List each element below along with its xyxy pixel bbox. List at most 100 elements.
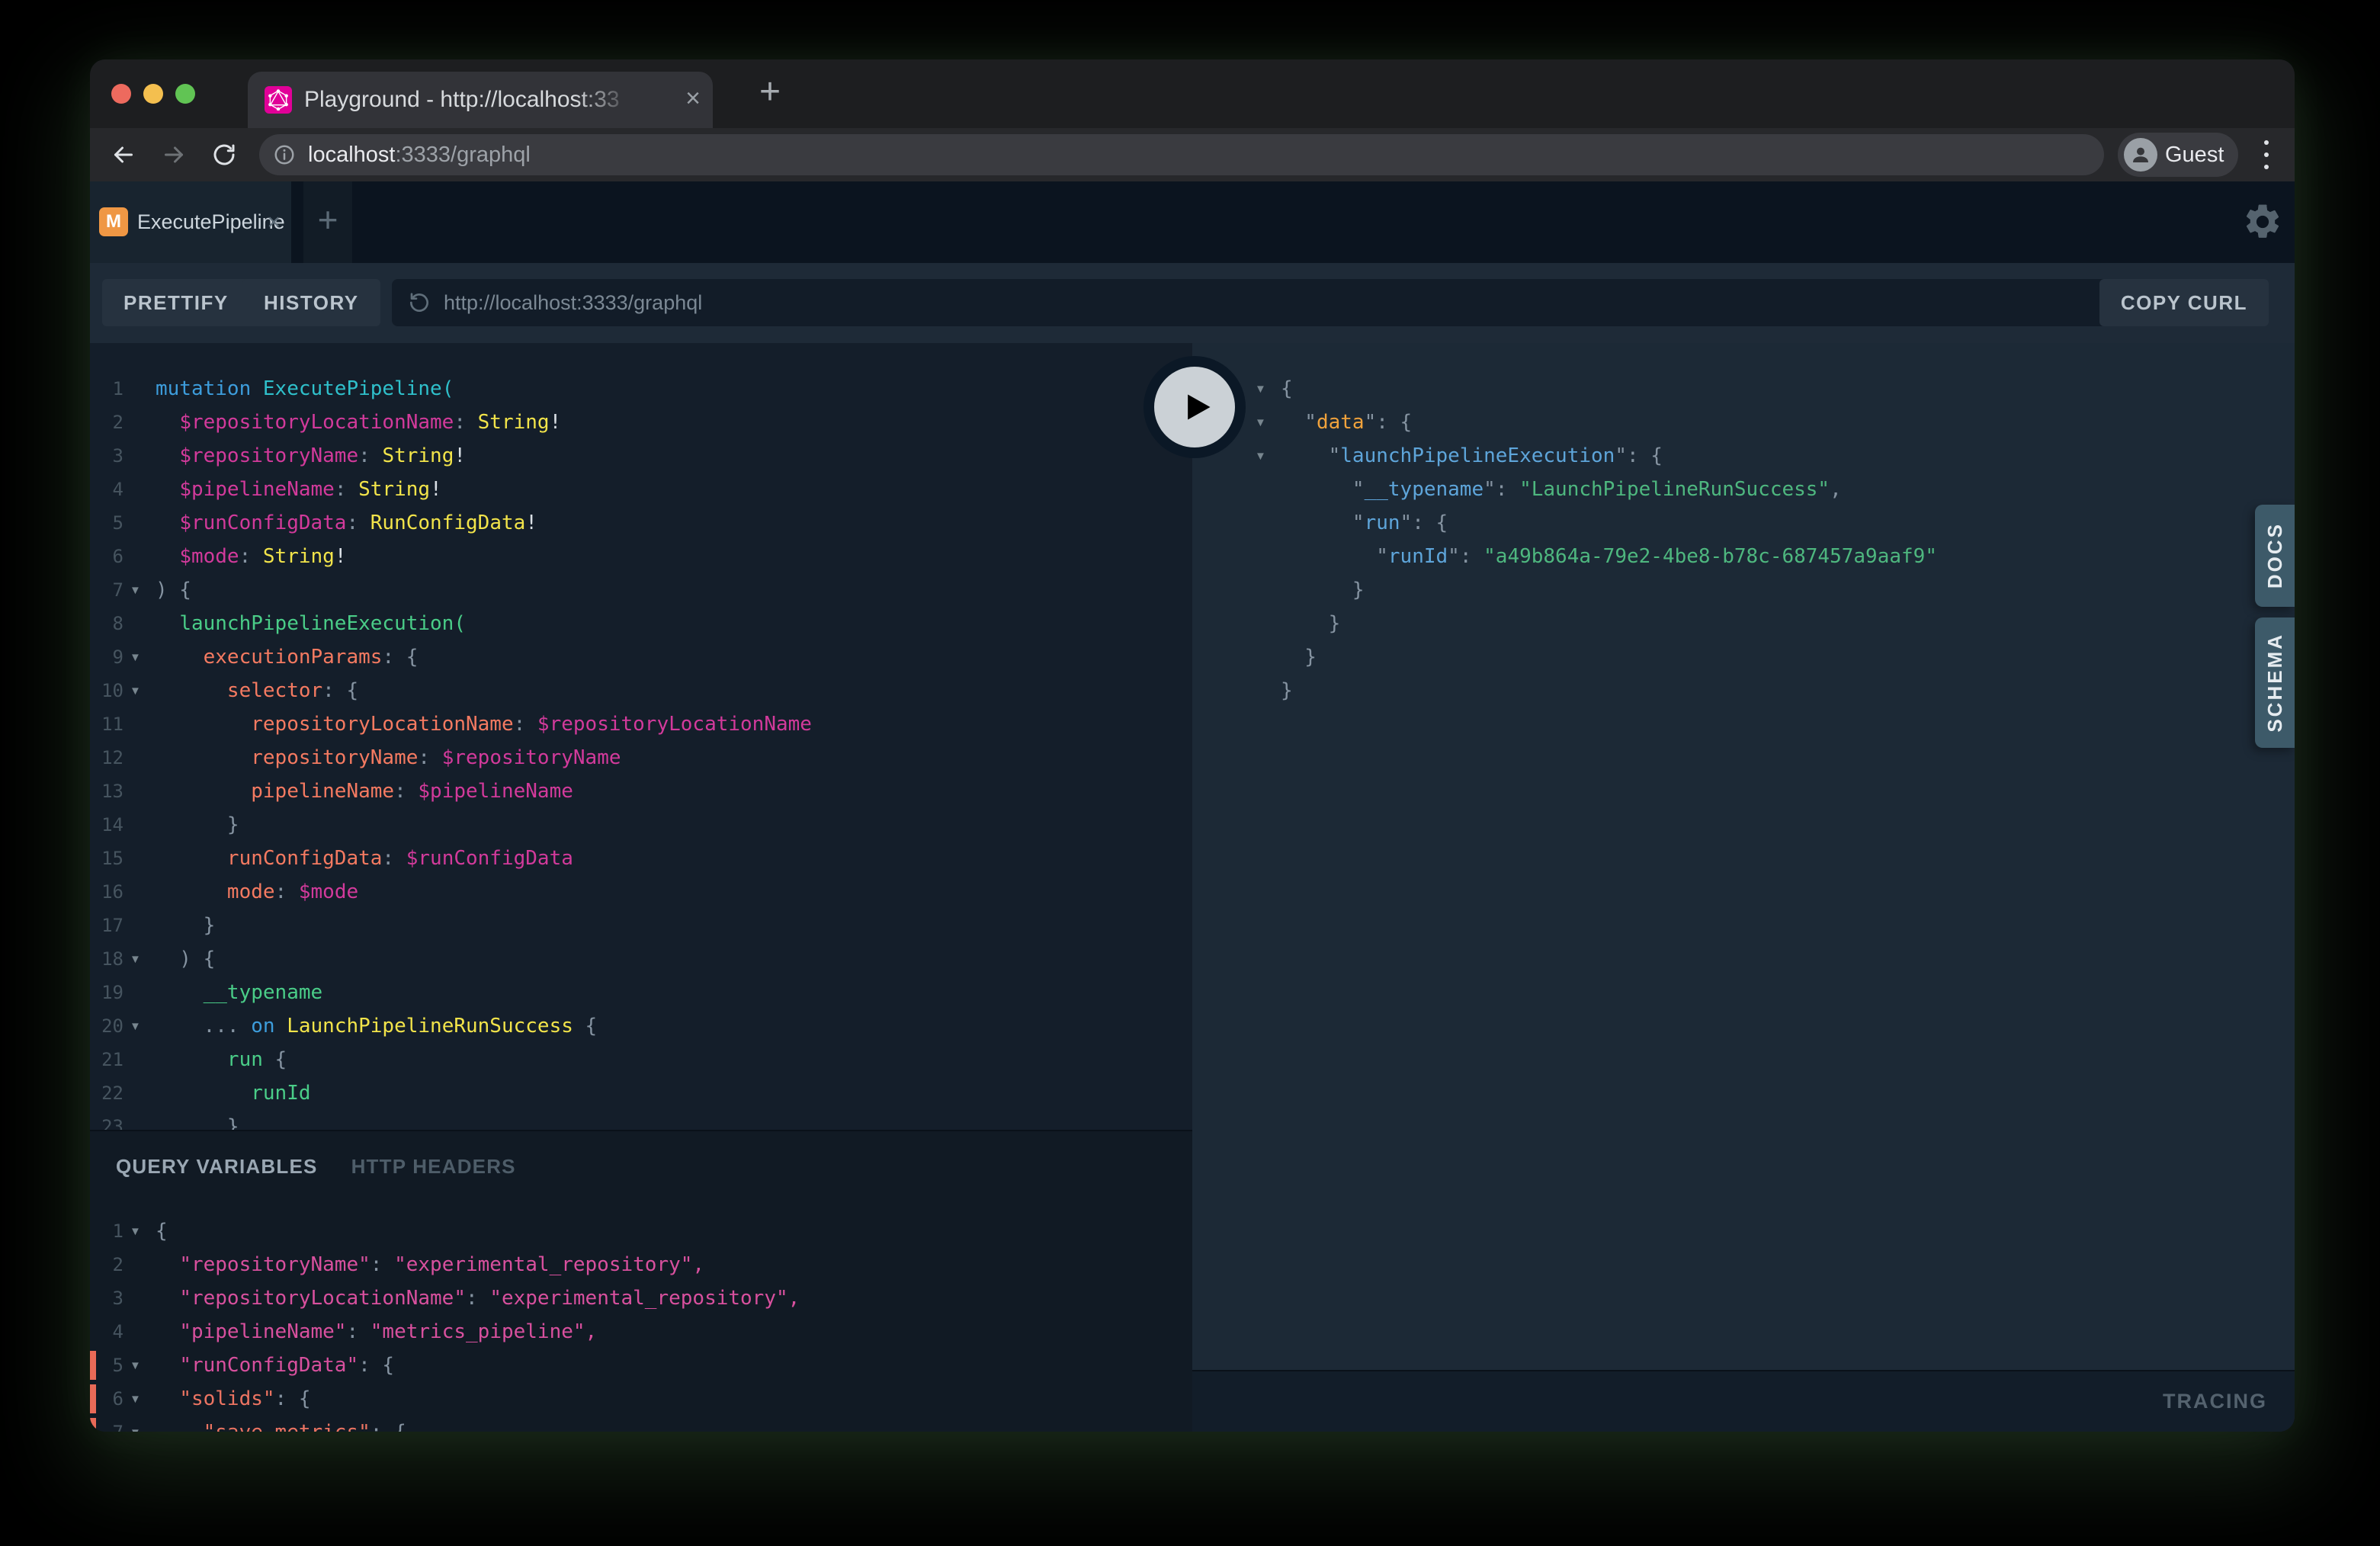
code-line[interactable]: "run": { xyxy=(1192,506,2295,540)
zoom-window-button[interactable] xyxy=(175,84,195,104)
code-line[interactable]: 18▼ ) { xyxy=(90,942,1192,976)
code-line[interactable]: 10▼ selector: { xyxy=(90,674,1192,707)
code-text: runId xyxy=(156,1076,311,1110)
fold-arrow-icon[interactable]: ▼ xyxy=(123,953,156,966)
playground-tabstrip: M ExecutePipeline × + xyxy=(90,181,2295,263)
tracing-bar[interactable]: TRACING xyxy=(1192,1370,2295,1432)
fold-arrow-icon[interactable]: ▼ xyxy=(123,1393,156,1406)
playground-new-tab-button[interactable]: + xyxy=(303,181,352,263)
line-number: 3 xyxy=(90,1281,123,1315)
playground-tab-executepipeline[interactable]: M ExecutePipeline × xyxy=(90,181,291,263)
copy-curl-button[interactable]: COPY CURL xyxy=(2099,279,2269,326)
variables-editor[interactable]: 1▼{2 "repositoryName": "experimental_rep… xyxy=(90,1214,1192,1432)
history-button[interactable]: HISTORY xyxy=(242,279,380,326)
minimize-window-button[interactable] xyxy=(143,84,163,104)
code-line[interactable]: 17 } xyxy=(90,909,1192,942)
code-line[interactable]: 16 mode: $mode xyxy=(90,875,1192,909)
fold-arrow-icon[interactable]: ▼ xyxy=(123,1359,156,1372)
code-line[interactable]: "runId": "a49b864a-79e2-4be8-b78c-687457… xyxy=(1192,540,2295,573)
fold-arrow-icon[interactable]: ▼ xyxy=(1249,416,1281,429)
url-bar[interactable]: localhost:3333/graphql xyxy=(259,134,2104,175)
code-line[interactable]: ▼{ xyxy=(1192,372,2295,406)
code-line[interactable]: 14 } xyxy=(90,808,1192,842)
code-line[interactable]: 13 pipelineName: $pipelineName xyxy=(90,775,1192,808)
code-text: ... on LaunchPipelineRunSuccess { xyxy=(156,1009,597,1043)
close-window-button[interactable] xyxy=(111,84,131,104)
reload-icon[interactable] xyxy=(210,141,238,168)
code-line[interactable]: 3 "repositoryLocationName": "experimenta… xyxy=(90,1281,1192,1315)
query-editor[interactable]: 1mutation ExecutePipeline(2 $repositoryL… xyxy=(90,343,1192,1159)
code-line[interactable]: 6 $mode: String! xyxy=(90,540,1192,573)
code-line[interactable]: 12 repositoryName: $repositoryName xyxy=(90,741,1192,775)
code-text: "save_metrics": { xyxy=(156,1416,406,1432)
fold-arrow-icon[interactable]: ▼ xyxy=(123,584,156,597)
code-line[interactable]: } xyxy=(1192,573,2295,607)
code-text: executionParams: { xyxy=(156,640,418,674)
code-line[interactable]: 5 $runConfigData: RunConfigData! xyxy=(90,506,1192,540)
fold-arrow-icon[interactable]: ▼ xyxy=(123,1020,156,1033)
code-line[interactable]: 20▼ ... on LaunchPipelineRunSuccess { xyxy=(90,1009,1192,1043)
schema-side-tab[interactable]: SCHEMA xyxy=(2255,617,2295,748)
code-line[interactable]: 19 __typename xyxy=(90,976,1192,1009)
code-line[interactable]: 2 $repositoryLocationName: String! xyxy=(90,406,1192,439)
tab-close-icon[interactable]: × xyxy=(685,72,701,128)
code-line[interactable]: 1mutation ExecutePipeline( xyxy=(90,372,1192,406)
execute-button[interactable] xyxy=(1143,356,1246,458)
code-line[interactable]: 4 "pipelineName": "metrics_pipeline", xyxy=(90,1315,1192,1349)
tab-query-variables[interactable]: QUERY VARIABLES xyxy=(116,1150,318,1183)
fold-arrow-icon[interactable]: ▼ xyxy=(1249,383,1281,396)
fold-arrow-icon[interactable]: ▼ xyxy=(123,651,156,664)
forward-icon[interactable] xyxy=(160,141,188,168)
line-number: 15 xyxy=(90,842,123,875)
code-line[interactable]: 3 $repositoryName: String! xyxy=(90,439,1192,473)
code-text: "solids": { xyxy=(156,1382,311,1416)
code-line[interactable]: 6▼ "solids": { xyxy=(90,1382,1192,1416)
code-line[interactable]: 2 "repositoryName": "experimental_reposi… xyxy=(90,1248,1192,1281)
error-marker xyxy=(90,1418,96,1432)
fold-arrow-icon[interactable]: ▼ xyxy=(123,1225,156,1238)
browser-tab[interactable]: Playground - http://localhost:33 × xyxy=(248,72,713,128)
code-line[interactable]: 5▼ "runConfigData": { xyxy=(90,1349,1192,1382)
code-line[interactable]: 9▼ executionParams: { xyxy=(90,640,1192,674)
site-info-icon[interactable] xyxy=(273,143,296,166)
code-line[interactable]: } xyxy=(1192,674,2295,707)
docs-side-tab[interactable]: DOCS xyxy=(2255,505,2295,607)
endpoint-input[interactable]: http://localhost:3333/graphql xyxy=(392,279,2119,326)
code-line[interactable]: "__typename": "LaunchPipelineRunSuccess"… xyxy=(1192,473,2295,506)
code-line[interactable]: 22 runId xyxy=(90,1076,1192,1110)
code-text: "__typename": "LaunchPipelineRunSuccess"… xyxy=(1281,473,1842,506)
prettify-button[interactable]: PRETTIFY xyxy=(102,279,250,326)
browser-tabstrip: Playground - http://localhost:33 × + xyxy=(90,59,2295,128)
back-icon[interactable] xyxy=(110,141,137,168)
settings-gear-icon[interactable] xyxy=(2242,201,2283,242)
playground-tab-close-icon[interactable]: × xyxy=(267,183,281,265)
code-line[interactable]: 15 runConfigData: $runConfigData xyxy=(90,842,1192,875)
playground-toolbar: PRETTIFY HISTORY http://localhost:3333/g… xyxy=(90,263,2295,343)
code-line[interactable]: 4 $pipelineName: String! xyxy=(90,473,1192,506)
fold-arrow-icon[interactable]: ▼ xyxy=(123,1426,156,1432)
code-line[interactable]: } xyxy=(1192,607,2295,640)
code-line[interactable]: 7▼ "save_metrics": { xyxy=(90,1416,1192,1432)
code-line[interactable]: ▼ "data": { xyxy=(1192,406,2295,439)
query-editor-pane[interactable]: 1mutation ExecutePipeline(2 $repositoryL… xyxy=(90,343,1192,1432)
code-text: } xyxy=(156,808,239,842)
tab-http-headers[interactable]: HTTP HEADERS xyxy=(351,1150,516,1183)
line-number: 7 xyxy=(90,573,123,607)
code-line[interactable]: 7▼) { xyxy=(90,573,1192,607)
error-marker xyxy=(90,1384,96,1413)
line-number: 8 xyxy=(90,607,123,640)
fold-arrow-icon[interactable]: ▼ xyxy=(1249,450,1281,463)
code-line[interactable]: } xyxy=(1192,640,2295,674)
profile-button[interactable]: Guest xyxy=(2118,133,2238,177)
code-line[interactable]: 8 launchPipelineExecution( xyxy=(90,607,1192,640)
browser-menu-icon[interactable] xyxy=(2263,140,2270,169)
line-number: 1 xyxy=(90,1214,123,1248)
code-line[interactable]: 11 repositoryLocationName: $repositoryLo… xyxy=(90,707,1192,741)
code-line[interactable]: ▼ "launchPipelineExecution": { xyxy=(1192,439,2295,473)
endpoint-history-icon[interactable] xyxy=(407,290,431,315)
new-tab-button[interactable]: + xyxy=(739,59,800,128)
code-line[interactable]: 21 run { xyxy=(90,1043,1192,1076)
fold-arrow-icon[interactable]: ▼ xyxy=(123,685,156,698)
code-line[interactable]: 1▼{ xyxy=(90,1214,1192,1248)
line-number: 19 xyxy=(90,976,123,1009)
